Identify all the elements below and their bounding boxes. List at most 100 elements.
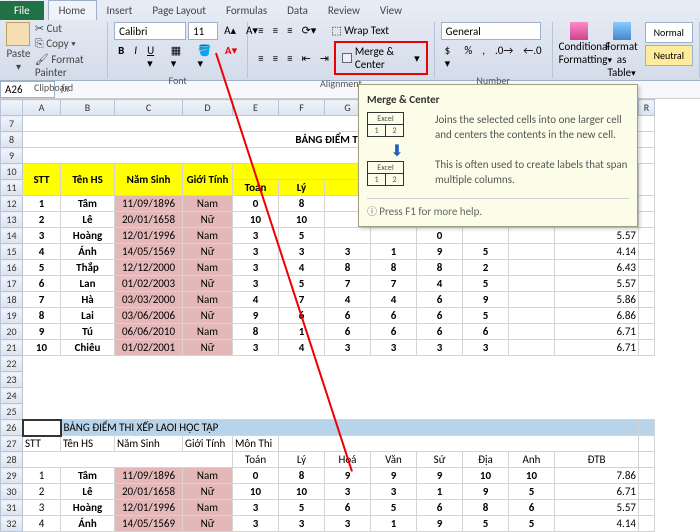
cell[interactable]: Năm Sinh (115, 436, 183, 452)
cell[interactable]: Sử (417, 452, 463, 468)
conditional-formatting-button[interactable]: Conditional Formatting▾ (559, 22, 599, 79)
cell[interactable]: 1 (417, 484, 463, 500)
row-header[interactable]: 9 (1, 148, 23, 164)
underline-button[interactable]: U ▾ (143, 42, 165, 72)
cell[interactable]: 1 (23, 196, 61, 212)
cell[interactable]: 6 (279, 308, 325, 324)
merge-center-button[interactable]: Merge & Center ▾ (334, 41, 428, 75)
row-header[interactable]: 21 (1, 340, 23, 356)
cell[interactable]: 10 (23, 340, 61, 356)
cell[interactable]: Nam (183, 196, 233, 212)
row-header[interactable]: 14 (1, 228, 23, 244)
format-painter-button[interactable]: 🖌 Format Painter (35, 53, 101, 79)
cell[interactable] (509, 228, 555, 244)
decrease-decimal-button[interactable]: ←.0 (519, 42, 545, 72)
increase-font-button[interactable]: A▴ (220, 22, 240, 40)
cell[interactable]: 1 (371, 516, 417, 532)
cell[interactable]: 14/05/1569 (115, 244, 183, 260)
font-name-select[interactable] (114, 22, 186, 40)
row-header[interactable]: 31 (1, 500, 23, 516)
cut-button[interactable]: ✂ Cut (35, 22, 101, 35)
cell[interactable]: 8 (371, 260, 417, 276)
cell[interactable]: 4.14 (555, 516, 639, 532)
hdr-ly[interactable]: Lý (279, 180, 325, 196)
cell[interactable]: 5 (23, 260, 61, 276)
cell[interactable]: Hoá (325, 452, 371, 468)
cell[interactable]: 3 (371, 484, 417, 500)
cell[interactable]: 03/03/2000 (115, 292, 183, 308)
decrease-indent-button[interactable]: ⇤ (298, 50, 315, 67)
row-header[interactable]: 29 (1, 468, 23, 484)
currency-button[interactable]: $ ▾ (441, 42, 459, 72)
cell[interactable] (509, 292, 555, 308)
tab-pagelayout[interactable]: Page Layout (142, 1, 216, 20)
row-header[interactable]: 27 (1, 436, 23, 452)
tab-insert[interactable]: Insert (97, 1, 143, 20)
cell[interactable]: 3 (325, 340, 371, 356)
hdr-nam[interactable]: Năm Sinh (115, 164, 183, 196)
cell[interactable]: 0 (417, 228, 463, 244)
cell[interactable]: Nữ (183, 516, 233, 532)
cell[interactable]: Tên HS (61, 436, 115, 452)
cell[interactable]: Nam (183, 260, 233, 276)
cell[interactable] (463, 228, 509, 244)
cell[interactable]: Toán (233, 452, 279, 468)
cell[interactable]: 4 (233, 292, 279, 308)
cell[interactable]: 10 (509, 468, 555, 484)
cell[interactable]: Nữ (183, 484, 233, 500)
cell[interactable]: 0 (233, 196, 279, 212)
align-bottom-button[interactable]: ≡ (283, 22, 296, 39)
cell[interactable]: Nữ (183, 276, 233, 292)
cell[interactable]: ĐTB (555, 452, 639, 468)
cell[interactable] (509, 340, 555, 356)
cell[interactable]: 6.71 (555, 484, 639, 500)
cell[interactable]: 12/01/1996 (115, 500, 183, 516)
cell[interactable]: 5 (509, 484, 555, 500)
cell[interactable]: 3 (23, 500, 61, 516)
cell[interactable]: Chiêu (61, 340, 115, 356)
cell[interactable]: Nữ (183, 212, 233, 228)
cell[interactable]: 3 (463, 340, 509, 356)
orientation-button[interactable]: ⟳▾ (298, 22, 321, 39)
align-center-button[interactable]: ≡ (269, 50, 282, 67)
increase-indent-button[interactable]: ⇥ (316, 50, 333, 67)
fill-color-button[interactable]: 🪣▾ (193, 42, 218, 72)
cell[interactable]: 4.14 (555, 244, 639, 260)
hdr-ten[interactable]: Tên HS (61, 164, 115, 196)
wrap-text-button[interactable]: ⬚ Wrap Text (331, 24, 389, 37)
cell[interactable]: 5 (279, 500, 325, 516)
cell[interactable] (509, 276, 555, 292)
tab-home[interactable]: Home (48, 0, 97, 20)
cell[interactable] (509, 244, 555, 260)
cell[interactable]: 8 (279, 196, 325, 212)
row-header[interactable]: 28 (1, 452, 23, 468)
row-header[interactable]: 8 (1, 132, 23, 148)
cell[interactable]: 8 (463, 500, 509, 516)
style-neutral[interactable]: Neutral (645, 45, 693, 66)
cell[interactable]: 01/02/2001 (115, 340, 183, 356)
cell[interactable]: 10 (279, 484, 325, 500)
row-header[interactable]: 30 (1, 484, 23, 500)
cell[interactable]: 6 (371, 308, 417, 324)
col-header[interactable]: D (183, 100, 233, 116)
cell[interactable]: Tâm (61, 196, 115, 212)
cell[interactable]: Tâm (61, 468, 115, 484)
number-format-select[interactable] (441, 22, 541, 40)
cell[interactable]: 03/06/2006 (115, 308, 183, 324)
cell[interactable]: 20/01/1658 (115, 212, 183, 228)
cell[interactable]: 6 (417, 292, 463, 308)
bold-button[interactable]: B (114, 42, 128, 72)
cell[interactable]: Lý (279, 452, 325, 468)
cell[interactable]: Nam (183, 292, 233, 308)
select-all[interactable] (1, 100, 23, 116)
cell[interactable]: 4 (371, 292, 417, 308)
cell[interactable]: 6.43 (555, 260, 639, 276)
col-header[interactable]: A (23, 100, 61, 116)
cell[interactable]: 7 (371, 276, 417, 292)
cell[interactable]: 1 (23, 468, 61, 484)
cell[interactable]: 0 (233, 468, 279, 484)
cell[interactable]: Ánh (61, 516, 115, 532)
cell[interactable]: 9 (463, 484, 509, 500)
cell[interactable]: 5 (509, 516, 555, 532)
cell[interactable]: Nam (183, 468, 233, 484)
